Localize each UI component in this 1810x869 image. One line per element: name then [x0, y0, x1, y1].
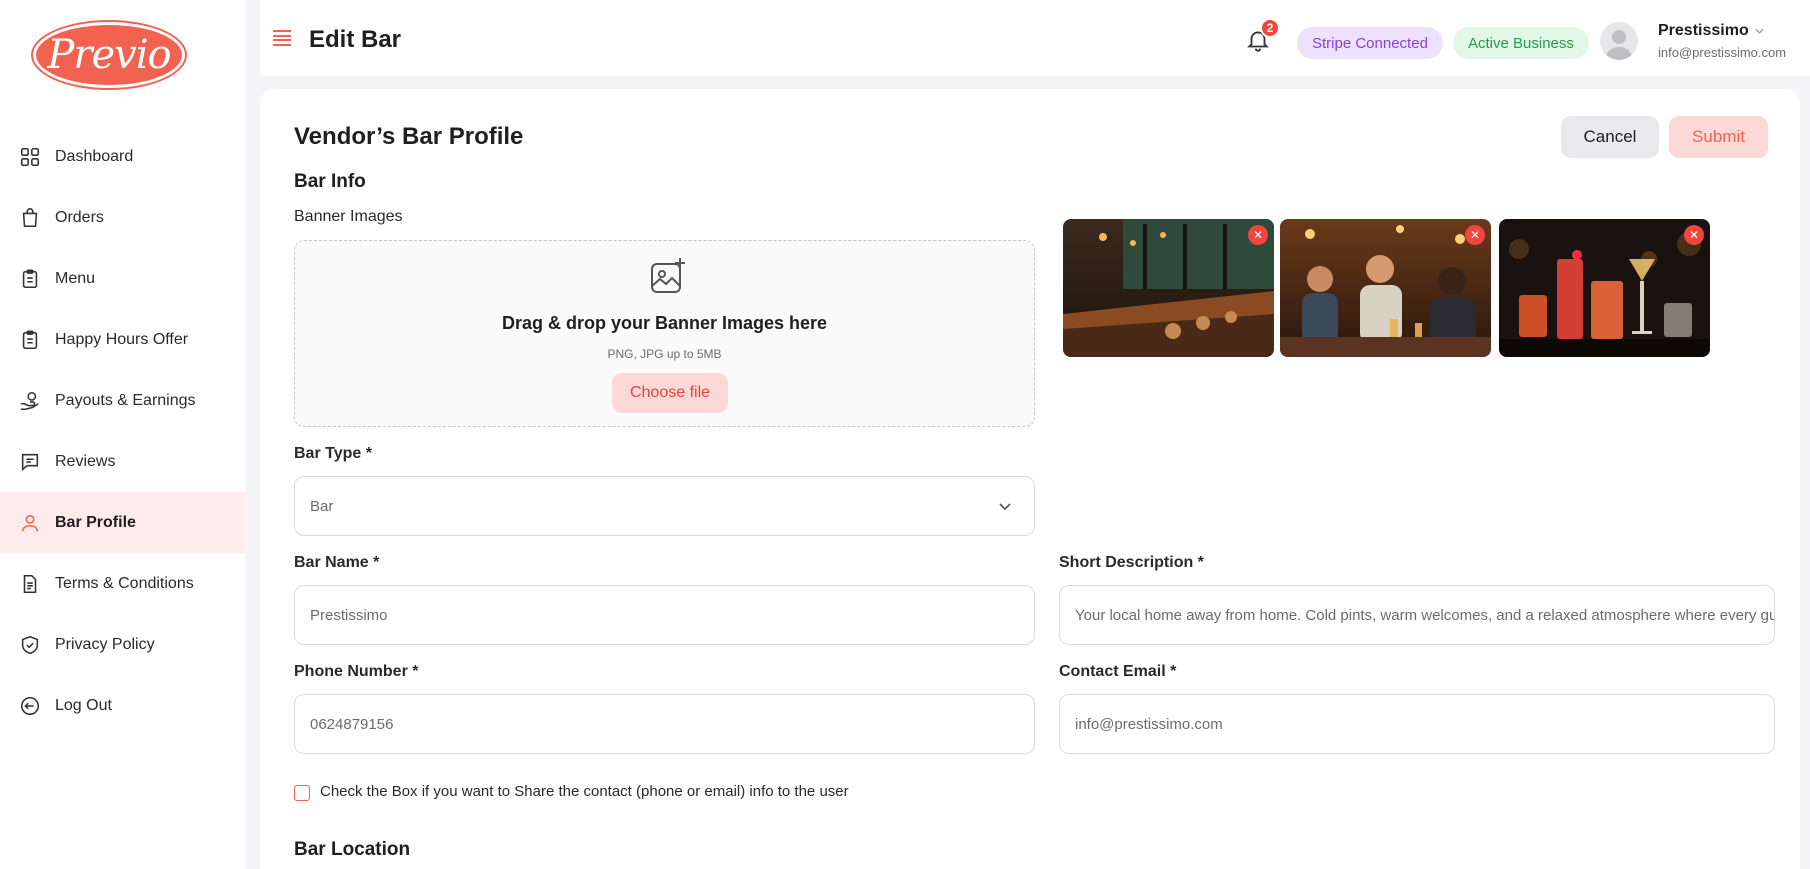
bar-profile-card: Vendor’s Bar Profile Cancel Submit Bar I…	[260, 89, 1800, 869]
user-menu-toggle[interactable]: Prestissimo	[1658, 22, 1764, 40]
banner-thumbnail: ✕	[1280, 219, 1491, 357]
sidebar-item-label: Bar Profile	[55, 513, 136, 531]
choose-file-button[interactable]: Choose file	[612, 373, 728, 413]
phone-number-label: Phone Number *	[294, 663, 419, 680]
sidebar-item-terms[interactable]: Terms & Conditions	[0, 553, 245, 614]
user-name: Prestissimo	[1658, 22, 1749, 39]
dropzone-hint: PNG, JPG up to 5MB	[607, 347, 722, 361]
remove-image-button[interactable]: ✕	[1465, 225, 1485, 245]
stripe-connected-badge: Stripe Connected	[1297, 27, 1443, 59]
hamburger-menu-icon[interactable]	[273, 30, 291, 46]
form-title: Vendor’s Bar Profile	[294, 123, 524, 150]
bar-name-value: Prestissimo	[310, 606, 388, 624]
bar-guests-image	[1280, 219, 1491, 357]
sidebar-item-privacy[interactable]: Privacy Policy	[0, 614, 245, 675]
avatar-placeholder-icon	[1605, 30, 1633, 60]
logout-icon	[19, 695, 41, 717]
sidebar-item-orders[interactable]: Orders	[0, 187, 245, 248]
sidebar-item-label: Privacy Policy	[55, 635, 155, 653]
contact-email-input[interactable]: info@prestissimo.com	[1059, 694, 1775, 754]
sidebar-item-label: Menu	[55, 269, 96, 287]
phone-number-value: 0624879156	[310, 715, 394, 733]
clipboard-icon	[19, 268, 41, 290]
short-description-label: Short Description *	[1059, 554, 1204, 571]
remove-image-button[interactable]: ✕	[1248, 225, 1268, 245]
sidebar-item-dashboard[interactable]: Dashboard	[0, 126, 245, 187]
sidebar-item-label: Terms & Conditions	[55, 574, 194, 592]
user-email: info@prestissimo.com	[1658, 45, 1787, 60]
bar-type-label: Bar Type *	[294, 445, 372, 462]
contact-email-label: Contact Email *	[1059, 663, 1177, 680]
sidebar-item-reviews[interactable]: Reviews	[0, 431, 245, 492]
banner-images-label: Banner Images	[294, 208, 403, 225]
short-description-value: Your local home away from home. Cold pin…	[1075, 606, 1775, 624]
section-title-bar-info: Bar Info	[294, 171, 366, 192]
bar-type-select[interactable]: Bar	[294, 476, 1035, 536]
sidebar-item-label: Dashboard	[55, 147, 134, 165]
chevron-down-icon	[999, 503, 1011, 511]
grid-icon	[19, 146, 41, 168]
logo-text: Previo	[47, 32, 171, 78]
user-icon	[19, 512, 41, 534]
shopping-bag-icon	[19, 207, 41, 229]
remove-image-button[interactable]: ✕	[1684, 225, 1704, 245]
sidebar-item-label: Orders	[55, 208, 104, 226]
clipboard-icon	[19, 329, 41, 351]
sidebar-item-label: Payouts & Earnings	[55, 391, 196, 409]
image-add-icon	[651, 258, 685, 293]
shield-check-icon	[19, 634, 41, 656]
sidebar-item-logout[interactable]: Log Out	[0, 675, 245, 736]
submit-button[interactable]: Submit	[1669, 116, 1768, 158]
bar-interior-image	[1063, 219, 1274, 357]
sidebar-item-label: Reviews	[55, 452, 116, 470]
sidebar-item-bar-profile[interactable]: Bar Profile	[0, 492, 245, 553]
dropzone-title: Drag & drop your Banner Images here	[501, 313, 828, 333]
money-hand-icon	[19, 390, 41, 412]
bar-name-label: Bar Name *	[294, 554, 380, 571]
sidebar-item-payouts[interactable]: Payouts & Earnings	[0, 370, 245, 431]
sidebar-item-happy-hours[interactable]: Happy Hours Offer	[0, 309, 245, 370]
notification-count-badge: 2	[1260, 18, 1280, 38]
chat-review-icon	[19, 451, 41, 473]
cocktails-image	[1499, 219, 1710, 357]
short-description-input[interactable]: Your local home away from home. Cold pin…	[1059, 585, 1775, 645]
sidebar-item-label: Log Out	[55, 696, 112, 714]
top-header: Edit Bar 2 Stripe Connected Active Busin…	[260, 0, 1810, 76]
page-title: Edit Bar	[309, 26, 402, 53]
bar-name-input[interactable]: Prestissimo	[294, 585, 1035, 645]
banner-thumbnail: ✕	[1063, 219, 1274, 357]
active-business-badge: Active Business	[1453, 27, 1589, 59]
bar-type-selected-value: Bar	[310, 497, 334, 515]
phone-number-input[interactable]: 0624879156	[294, 694, 1035, 754]
sidebar-item-menu[interactable]: Menu	[0, 248, 245, 309]
sidebar: Previo Dashboard Orders Menu Happy Hours…	[0, 0, 245, 869]
avatar[interactable]	[1600, 22, 1638, 60]
banner-thumbnail: ✕	[1499, 219, 1710, 357]
section-title-bar-location: Bar Location	[294, 839, 411, 860]
sidebar-item-label: Happy Hours Offer	[55, 330, 189, 348]
document-icon	[19, 573, 41, 595]
previo-logo[interactable]: Previo	[33, 22, 185, 88]
share-contact-checkbox[interactable]	[294, 785, 310, 801]
sidebar-nav: Dashboard Orders Menu Happy Hours Offer …	[0, 126, 245, 736]
share-contact-checkbox-label[interactable]: Check the Box if you want to Share the c…	[320, 783, 849, 800]
cancel-button[interactable]: Cancel	[1561, 116, 1659, 158]
banner-dropzone[interactable]: Drag & drop your Banner Images here PNG,…	[294, 240, 1035, 427]
contact-email-value: info@prestissimo.com	[1075, 715, 1223, 733]
chevron-down-icon	[1755, 28, 1764, 34]
